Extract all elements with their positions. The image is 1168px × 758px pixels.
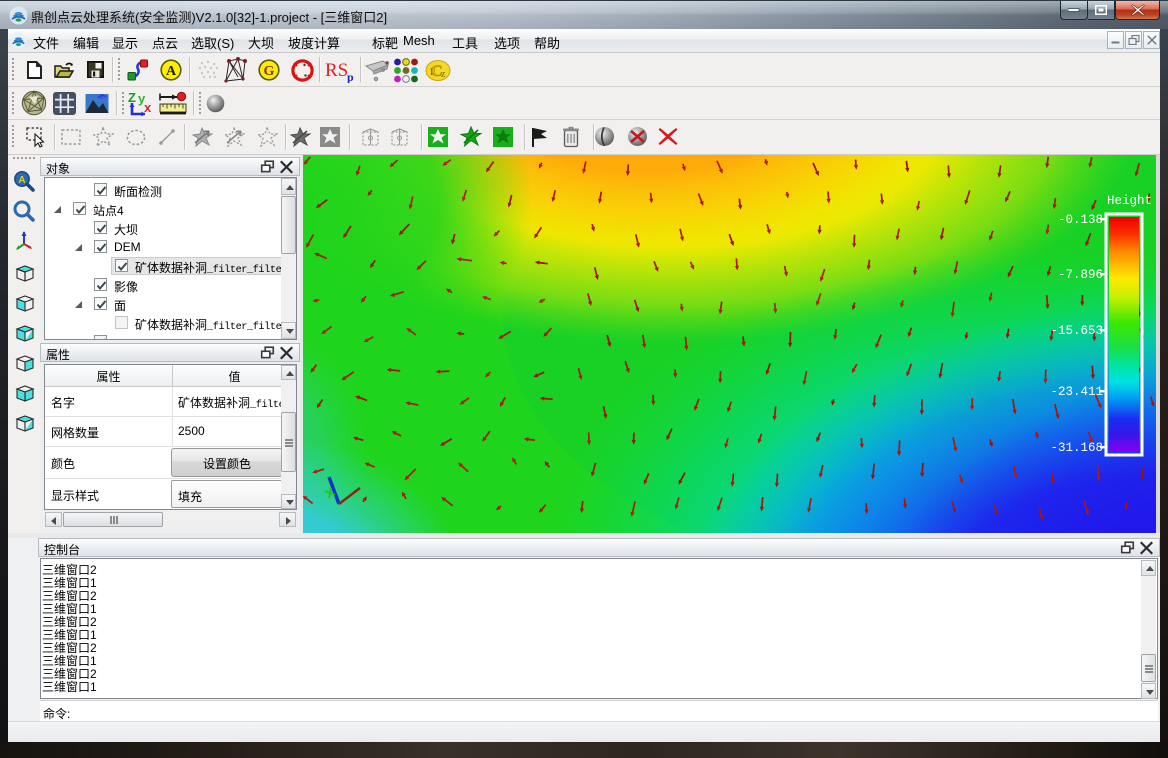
svg-text:p: p (347, 70, 354, 83)
svg-text:1: 1 (429, 67, 434, 78)
svg-text:Height: Height (1107, 194, 1152, 208)
svg-text:G: G (264, 64, 275, 79)
svg-text:x: x (144, 100, 152, 115)
svg-text:2: 2 (100, 94, 104, 101)
svg-text:-15.653: -15.653 (1050, 324, 1103, 338)
svg-text:-7.896: -7.896 (1058, 268, 1103, 282)
svg-text:-0.138: -0.138 (1058, 213, 1103, 227)
svg-text:Z: Z (128, 90, 136, 105)
svg-text:A: A (166, 64, 177, 79)
svg-text:RS: RS (325, 60, 348, 81)
svg-text:-31.168: -31.168 (1050, 441, 1103, 455)
svg-text:-23.411: -23.411 (1050, 385, 1103, 399)
svg-text:z: z (441, 69, 446, 80)
svg-text:A: A (18, 175, 25, 186)
